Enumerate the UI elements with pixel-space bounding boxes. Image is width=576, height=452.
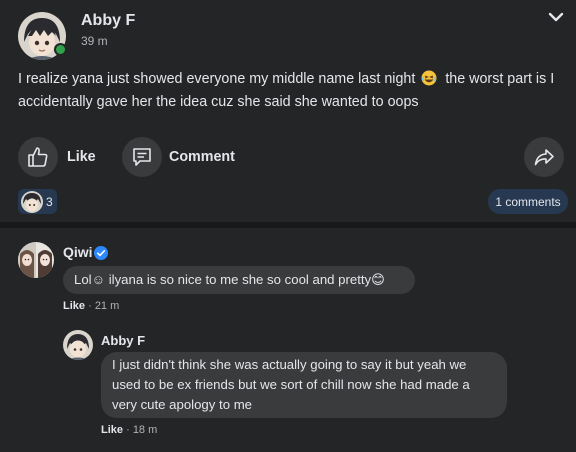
comment-like-button[interactable]: Like bbox=[63, 300, 85, 312]
comment-bubble: Lol☺ ilyana is so nice to me she so cool… bbox=[63, 266, 415, 294]
post-author-name[interactable]: Abby F bbox=[81, 12, 135, 30]
laughing-emoji-icon bbox=[421, 70, 437, 86]
comment-icon-button[interactable] bbox=[122, 137, 162, 177]
reply-like-button[interactable]: Like bbox=[101, 424, 123, 436]
post-text-part-1: I realize yana just showed everyone my m… bbox=[18, 71, 416, 87]
share-arrow-icon bbox=[534, 149, 554, 166]
verified-badge-icon bbox=[94, 246, 108, 260]
reply-bubble: I just didn't think she was actually goi… bbox=[101, 352, 507, 418]
post-timestamp[interactable]: 39 m bbox=[81, 34, 108, 48]
post-card: Abby F 39 m I realize yana just showed e… bbox=[0, 0, 576, 222]
comment-text: Lol☺ ilyana is so nice to me she so cool… bbox=[74, 272, 385, 287]
chevron-down-icon[interactable] bbox=[546, 10, 566, 26]
comment-button[interactable]: Comment bbox=[169, 149, 235, 165]
reply-author-name[interactable]: Abby F bbox=[101, 333, 145, 348]
reply-avatar-abby[interactable] bbox=[63, 330, 93, 360]
like-button[interactable]: Like bbox=[67, 149, 96, 165]
share-button[interactable] bbox=[524, 137, 564, 177]
comments-count-button[interactable]: 1 comments bbox=[488, 189, 568, 214]
like-icon-button[interactable] bbox=[18, 137, 58, 177]
comment-meta: Like · 21 m bbox=[63, 300, 120, 312]
reply-meta: Like · 18 m bbox=[101, 424, 158, 436]
reaction-count: 3 bbox=[46, 194, 53, 209]
reactions-summary[interactable]: 3 bbox=[18, 189, 57, 214]
post-text: I realize yana just showed everyone my m… bbox=[18, 68, 563, 114]
online-status-dot bbox=[54, 43, 67, 56]
reply-timestamp: 18 m bbox=[132, 424, 158, 436]
comment-author-name[interactable]: Qiwi bbox=[63, 244, 93, 260]
comment-icon bbox=[133, 148, 151, 166]
comment-timestamp: 21 m bbox=[94, 300, 120, 312]
comment-avatar-qiwi[interactable] bbox=[18, 242, 54, 278]
reactor-avatar-icon bbox=[21, 190, 43, 213]
thumbs-up-icon bbox=[28, 147, 48, 167]
reply-text: I just didn't think she was actually goi… bbox=[112, 357, 470, 412]
